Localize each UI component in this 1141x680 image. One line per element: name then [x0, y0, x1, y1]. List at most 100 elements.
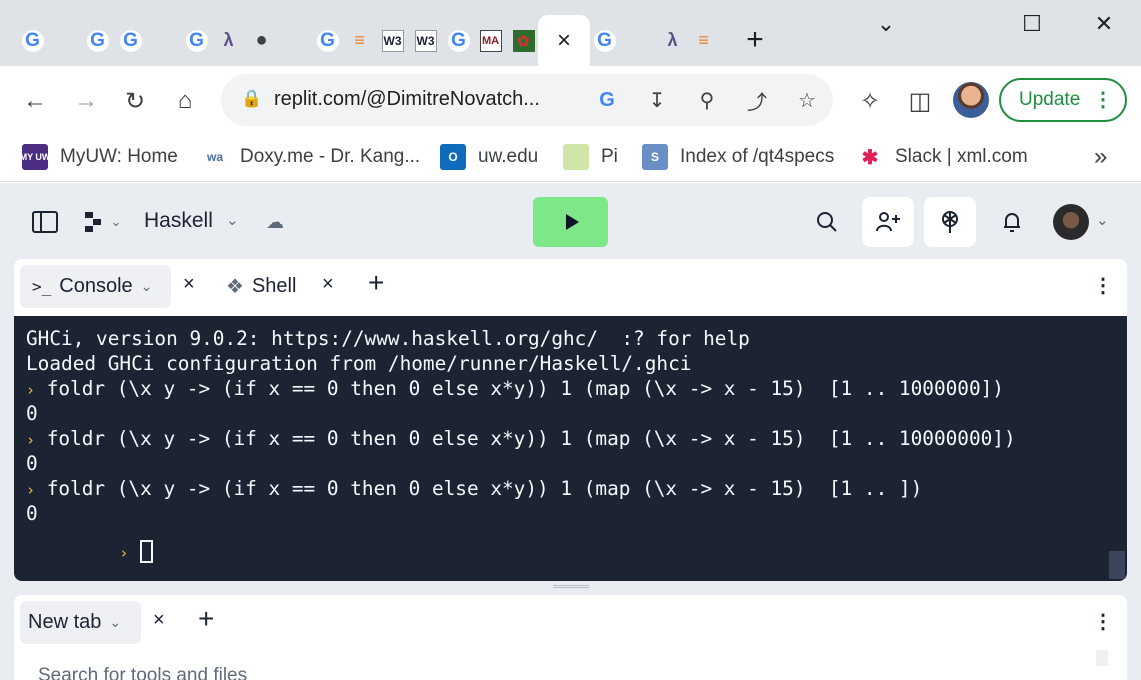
browser-tab[interactable]: G	[315, 27, 340, 54]
google-lens-icon[interactable]: G	[593, 86, 621, 114]
w3schools-icon: W3	[414, 29, 437, 52]
bookmarks-overflow-icon[interactable]: »	[1094, 143, 1107, 171]
pane-menu-icon[interactable]: ⋮	[1093, 609, 1113, 634]
console-command-line: › foldr (\x y -> (if x == 0 then 0 else …	[26, 476, 922, 501]
bookmark-item[interactable]: MY UW MyUW: Home	[20, 142, 178, 172]
prompt-icon: ›	[26, 381, 36, 399]
bookmark-item[interactable]: ✱ Slack | xml.com	[857, 142, 1028, 172]
scrollbar-thumb[interactable]	[1096, 650, 1108, 666]
browser-tab[interactable]: λ	[660, 27, 685, 54]
browser-tab[interactable]: ✿	[511, 27, 536, 54]
tab-shell[interactable]: ❖ Shell	[224, 265, 296, 308]
replit-header: ⌄ Haskell ⌄ ☁ ⌄	[0, 183, 1141, 260]
microsoft-icon	[284, 30, 306, 52]
browser-tab[interactable]	[150, 27, 175, 54]
browser-tab[interactable]: G	[592, 27, 617, 54]
install-icon[interactable]: ↧	[643, 86, 671, 114]
haskell-icon: λ	[223, 30, 234, 50]
zoom-icon[interactable]: ⚲	[693, 86, 721, 114]
pane-resize-handle[interactable]	[553, 585, 589, 588]
chevron-down-icon[interactable]: ⌄	[1096, 211, 1109, 229]
address-bar[interactable]: 🔒 replit.com/@DimitreNovatch... G ↧ ⚲ ⤴ …	[221, 74, 833, 126]
close-console-tab-icon[interactable]: ×	[183, 273, 195, 296]
close-window-icon[interactable]: ✕	[1084, 8, 1124, 40]
stackoverflow-icon: ≡	[354, 30, 365, 50]
console-input-line[interactable]: ›	[26, 514, 154, 563]
add-tab-icon[interactable]: +	[368, 267, 384, 299]
browser-tab[interactable]: ●	[249, 27, 274, 54]
pane-menu-icon[interactable]: ⋮	[1093, 273, 1113, 298]
active-tab[interactable]: ×	[538, 15, 590, 67]
notifications-bell-icon[interactable]	[997, 205, 1027, 239]
tab-new[interactable]: New tab ⌄	[20, 601, 141, 644]
tab-console-label: Console	[59, 275, 133, 297]
bookmark-item[interactable]: Pi	[563, 142, 618, 172]
tab-new-label: New tab	[28, 611, 102, 633]
photo-icon: ✿	[512, 29, 535, 52]
chrome-menu-icon[interactable]: ⋮	[1093, 87, 1113, 112]
console-scrollbar[interactable]	[1109, 551, 1125, 579]
profile-avatar[interactable]	[953, 82, 989, 118]
home-icon[interactable]: ⌂	[168, 84, 202, 118]
google-icon: G	[119, 29, 142, 52]
browser-tab[interactable]: G	[85, 27, 110, 54]
tab-strip: × + ⌄ ☐ ✕ G G G Gλ ● G ≡ W3 W3 G MA ✿ Gλ ≡	[0, 0, 1141, 67]
invite-icon[interactable]	[862, 197, 914, 247]
update-button[interactable]: Update ⋮	[999, 78, 1127, 122]
prompt-icon: ›	[26, 481, 36, 499]
browser-tab[interactable]: MA	[478, 27, 503, 54]
cloud-check-icon[interactable]: ☁	[260, 205, 290, 239]
add-tab-icon[interactable]: +	[198, 603, 214, 635]
sidebar-toggle-icon[interactable]	[30, 205, 60, 239]
google-icon: G	[185, 29, 208, 52]
w3schools-icon: W3	[381, 29, 404, 52]
lock-icon[interactable]: 🔒	[241, 89, 262, 109]
repl-language-label[interactable]: Haskell	[144, 209, 213, 233]
google-icon: G	[21, 29, 44, 52]
chevron-down-icon[interactable]: ⌄	[226, 211, 239, 229]
extensions-icon[interactable]: ✧	[853, 84, 887, 118]
bookmark-item[interactable]: S Index of /qt4specs	[642, 142, 834, 172]
tab-console[interactable]: >_ Console ⌄	[20, 265, 171, 308]
repl-menu-icon[interactable]: ⌄	[80, 205, 124, 239]
browser-tab[interactable]: G	[20, 27, 45, 54]
browser-tab[interactable]: G	[184, 27, 209, 54]
browser-tab[interactable]: ≡	[347, 27, 372, 54]
browser-tab[interactable]	[282, 27, 307, 54]
close-tab-icon[interactable]: ×	[557, 27, 571, 55]
chevron-down-icon[interactable]: ⌄	[109, 614, 121, 631]
bookmark-star-icon[interactable]: ☆	[793, 86, 821, 114]
tools-pane: New tab ⌄ × + ⋮ Search for tools and fil…	[14, 595, 1127, 680]
tools-search-input[interactable]: Search for tools and files	[38, 665, 247, 680]
share-icon[interactable]: ⤴	[743, 86, 771, 114]
browser-tab[interactable]: λ	[216, 27, 241, 54]
close-new-tab-icon[interactable]: ×	[153, 609, 165, 632]
forward-icon[interactable]: →	[69, 84, 103, 118]
browser-tab[interactable]	[51, 27, 76, 54]
browser-tab[interactable]: W3	[413, 27, 438, 54]
google-icon: G	[86, 29, 109, 52]
browser-tab[interactable]: G	[118, 27, 143, 54]
deploy-icon[interactable]	[924, 197, 976, 247]
bookmark-label: Slack | xml.com	[895, 146, 1028, 167]
bookmark-item[interactable]: wa Doxy.me - Dr. Kang...	[202, 142, 420, 172]
browser-tab[interactable]: ≡	[691, 27, 716, 54]
back-icon[interactable]: ←	[18, 84, 52, 118]
run-button[interactable]	[533, 197, 608, 247]
minimize-icon[interactable]: ⌄	[866, 8, 906, 40]
search-icon[interactable]	[812, 205, 842, 239]
new-tab-button[interactable]: +	[740, 23, 770, 56]
bookmark-item[interactable]: Ouw.edu	[440, 142, 538, 172]
close-shell-tab-icon[interactable]: ×	[322, 273, 334, 296]
console-output[interactable]: GHCi, version 9.0.2: https://www.haskell…	[14, 316, 1127, 581]
chevron-down-icon[interactable]: ⌄	[141, 278, 153, 295]
bookmarks-bar: » MY UW MyUW: Home wa Doxy.me - Dr. Kang...…	[0, 134, 1141, 182]
side-panel-icon[interactable]: ◫	[903, 84, 937, 118]
haskell-icon: λ	[667, 30, 678, 50]
url-text[interactable]: replit.com/@DimitreNovatch...	[274, 88, 540, 111]
maximize-icon[interactable]: ☐	[1012, 8, 1052, 40]
browser-tab[interactable]: W3	[380, 27, 405, 54]
browser-tab[interactable]: G	[446, 27, 471, 54]
reload-icon[interactable]: ↻	[118, 84, 152, 118]
user-avatar[interactable]	[1053, 204, 1089, 240]
